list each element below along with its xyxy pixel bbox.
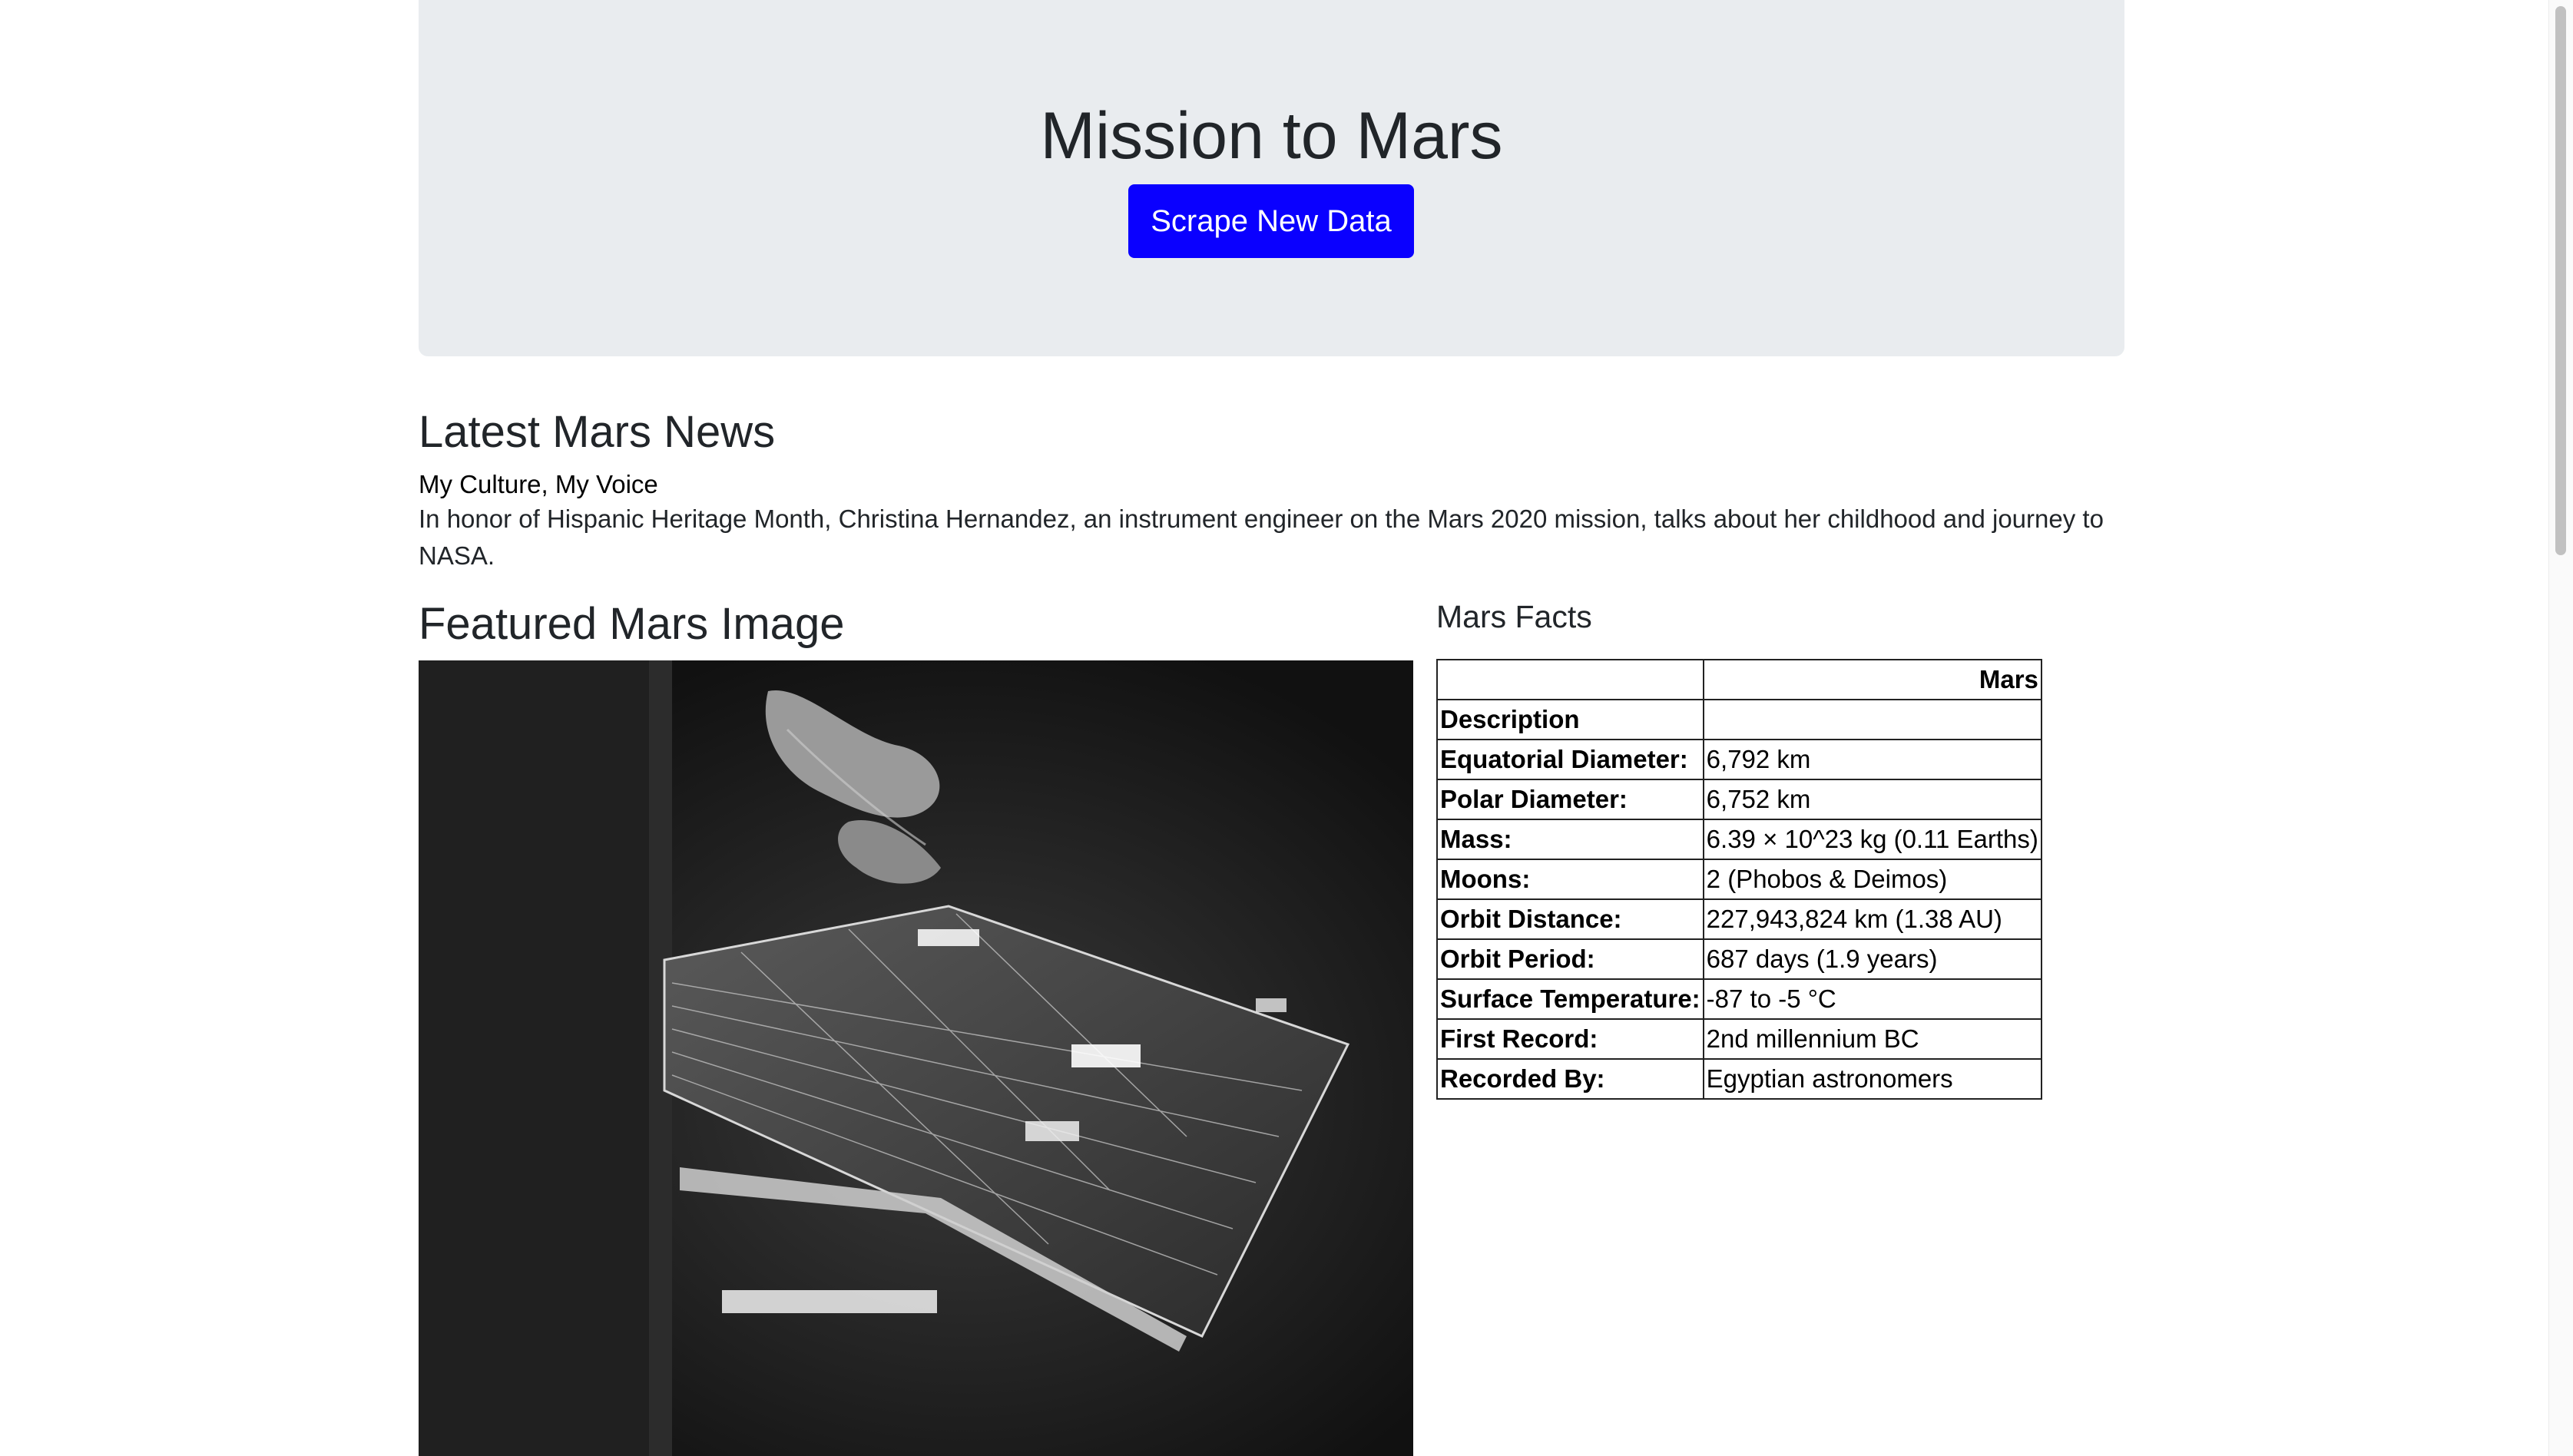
scrape-new-data-button[interactable]: Scrape New Data	[1128, 184, 1414, 258]
table-header-mars: Mars	[1702, 659, 2042, 700]
table-header-empty	[1436, 659, 1704, 700]
table-row: Mass: 6.39 × 10^23 kg (0.11 Earths)	[1436, 819, 2042, 860]
header-jumbotron: Mission to Mars Scrape New Data	[419, 0, 2124, 356]
table-row: Description	[1436, 699, 2042, 740]
fact-label: First Record:	[1436, 1018, 1704, 1060]
fact-label: Moons:	[1436, 859, 1704, 900]
news-paragraph: In honor of Hispanic Heritage Month, Chr…	[419, 505, 2104, 570]
table-row: Orbit Distance: 227,943,824 km (1.38 AU)	[1436, 898, 2042, 940]
fact-label: Orbit Distance:	[1436, 898, 1704, 940]
mars-facts-heading: Mars Facts	[1436, 599, 1592, 634]
fact-label: Surface Temperature:	[1436, 978, 1704, 1020]
featured-image-heading: Featured Mars Image	[419, 599, 845, 649]
table-row: Orbit Period: 687 days (1.9 years)	[1436, 938, 2042, 980]
fact-value: 2 (Phobos & Deimos)	[1702, 859, 2042, 900]
fact-value: 227,943,824 km (1.38 AU)	[1702, 898, 2042, 940]
fact-value: 2nd millennium BC	[1702, 1018, 2042, 1060]
fact-value	[1702, 699, 2042, 740]
mars-facts-table: Mars Description Equatorial Diameter: 6,…	[1436, 659, 2042, 1100]
fact-label: Orbit Period:	[1436, 938, 1704, 980]
featured-mars-image	[419, 660, 1413, 1456]
fact-value: 6.39 × 10^23 kg (0.11 Earths)	[1702, 819, 2042, 860]
table-row: Surface Temperature: -87 to -5 °C	[1436, 978, 2042, 1020]
page-title: Mission to Mars	[1040, 99, 1503, 173]
fact-value: 687 days (1.9 years)	[1702, 938, 2042, 980]
table-row: Equatorial Diameter: 6,792 km	[1436, 739, 2042, 780]
fact-value: 6,752 km	[1702, 779, 2042, 820]
fact-label: Recorded By:	[1436, 1058, 1704, 1100]
fact-label: Description	[1436, 699, 1704, 740]
table-row: Moons: 2 (Phobos & Deimos)	[1436, 859, 2042, 900]
fact-value: -87 to -5 °C	[1702, 978, 2042, 1020]
news-title: My Culture, My Voice	[419, 470, 658, 498]
fact-label: Polar Diameter:	[1436, 779, 1704, 820]
table-row: First Record: 2nd millennium BC	[1436, 1018, 2042, 1060]
table-row: Recorded By: Egyptian astronomers	[1436, 1058, 2042, 1100]
fact-value: Egyptian astronomers	[1702, 1058, 2042, 1100]
news-heading: Latest Mars News	[419, 407, 776, 457]
fact-label: Mass:	[1436, 819, 1704, 860]
table-row: Polar Diameter: 6,752 km	[1436, 779, 2042, 820]
table-header-row: Mars	[1436, 659, 2042, 700]
page: Mission to Mars Scrape New Data Latest M…	[0, 0, 2573, 1456]
fact-label: Equatorial Diameter:	[1436, 739, 1704, 780]
scrollbar-thumb[interactable]	[2555, 6, 2566, 555]
fact-value: 6,792 km	[1702, 739, 2042, 780]
page-scrollbar[interactable]	[2548, 0, 2573, 1456]
